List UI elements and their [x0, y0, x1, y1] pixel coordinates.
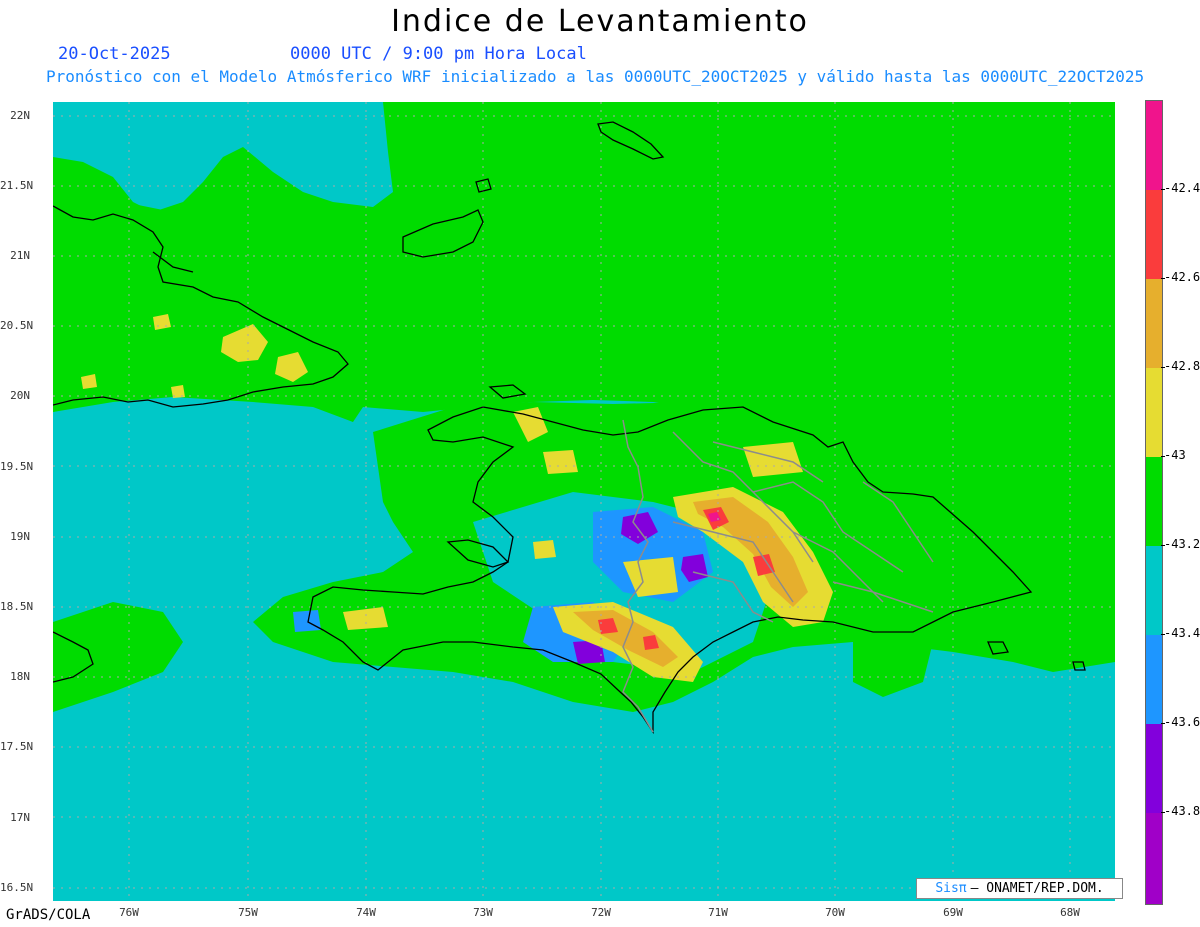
lat-label: 18.5N: [0, 600, 34, 613]
forecast-date: 20-Oct-2025: [58, 44, 171, 64]
lat-label: 17N: [10, 811, 30, 824]
software-credit: GrADS/COLA: [6, 907, 91, 923]
lat-label: 19.5N: [0, 460, 34, 473]
colorbar-label: -43.4: [1164, 626, 1200, 640]
colorbar: [1145, 100, 1163, 905]
lifted-index-map: [53, 102, 1115, 901]
lon-label: 71W: [708, 906, 728, 919]
forecast-description: Pronóstico con el Modelo Atmósferico WRF…: [46, 67, 1145, 86]
lat-label: 19N: [10, 530, 30, 543]
lon-label: 72W: [591, 906, 611, 919]
lat-label: 20.5N: [0, 319, 34, 332]
colorbar-label: -42.6: [1164, 270, 1200, 284]
colorbar-segment: [1146, 635, 1162, 724]
credit-box: Sisπ – ONAMET/REP.DOM.: [916, 878, 1123, 899]
colorbar-segment: [1146, 101, 1162, 190]
colorbar-segment: [1146, 457, 1162, 546]
lon-label: 73W: [473, 906, 493, 919]
colorbar-segment: [1146, 813, 1162, 904]
map-title: Indice de Levantamiento: [391, 4, 809, 39]
lat-label: 22N: [10, 109, 30, 122]
colorbar-segment: [1146, 546, 1162, 635]
sis-logo: Sisπ: [935, 881, 967, 896]
colorbar-label: -43.6: [1164, 715, 1200, 729]
lat-label: 20N: [10, 389, 30, 402]
lat-label: 21.5N: [0, 179, 34, 192]
credit-org: – ONAMET/REP.DOM.: [970, 881, 1104, 896]
lon-label: 76W: [119, 906, 139, 919]
lon-label: 74W: [356, 906, 376, 919]
lat-label: 21N: [10, 249, 30, 262]
lat-label: 17.5N: [0, 740, 34, 753]
lat-label: 16.5N: [0, 881, 34, 894]
lon-label: 70W: [825, 906, 845, 919]
lat-label: 18N: [10, 670, 30, 683]
colorbar-segment: [1146, 279, 1162, 368]
forecast-time: 0000 UTC / 9:00 pm Hora Local: [290, 44, 587, 64]
lon-label: 68W: [1060, 906, 1080, 919]
colorbar-segment: [1146, 190, 1162, 279]
colorbar-segment: [1146, 724, 1162, 813]
colorbar-label: -43.2: [1164, 537, 1200, 551]
lon-label: 75W: [238, 906, 258, 919]
colorbar-label: -43.8: [1164, 804, 1200, 818]
colorbar-label: -42.8: [1164, 359, 1200, 373]
colorbar-label: -42.4: [1164, 181, 1200, 195]
colorbar-segment: [1146, 368, 1162, 457]
lon-label: 69W: [943, 906, 963, 919]
colorbar-label: -43: [1164, 448, 1186, 462]
